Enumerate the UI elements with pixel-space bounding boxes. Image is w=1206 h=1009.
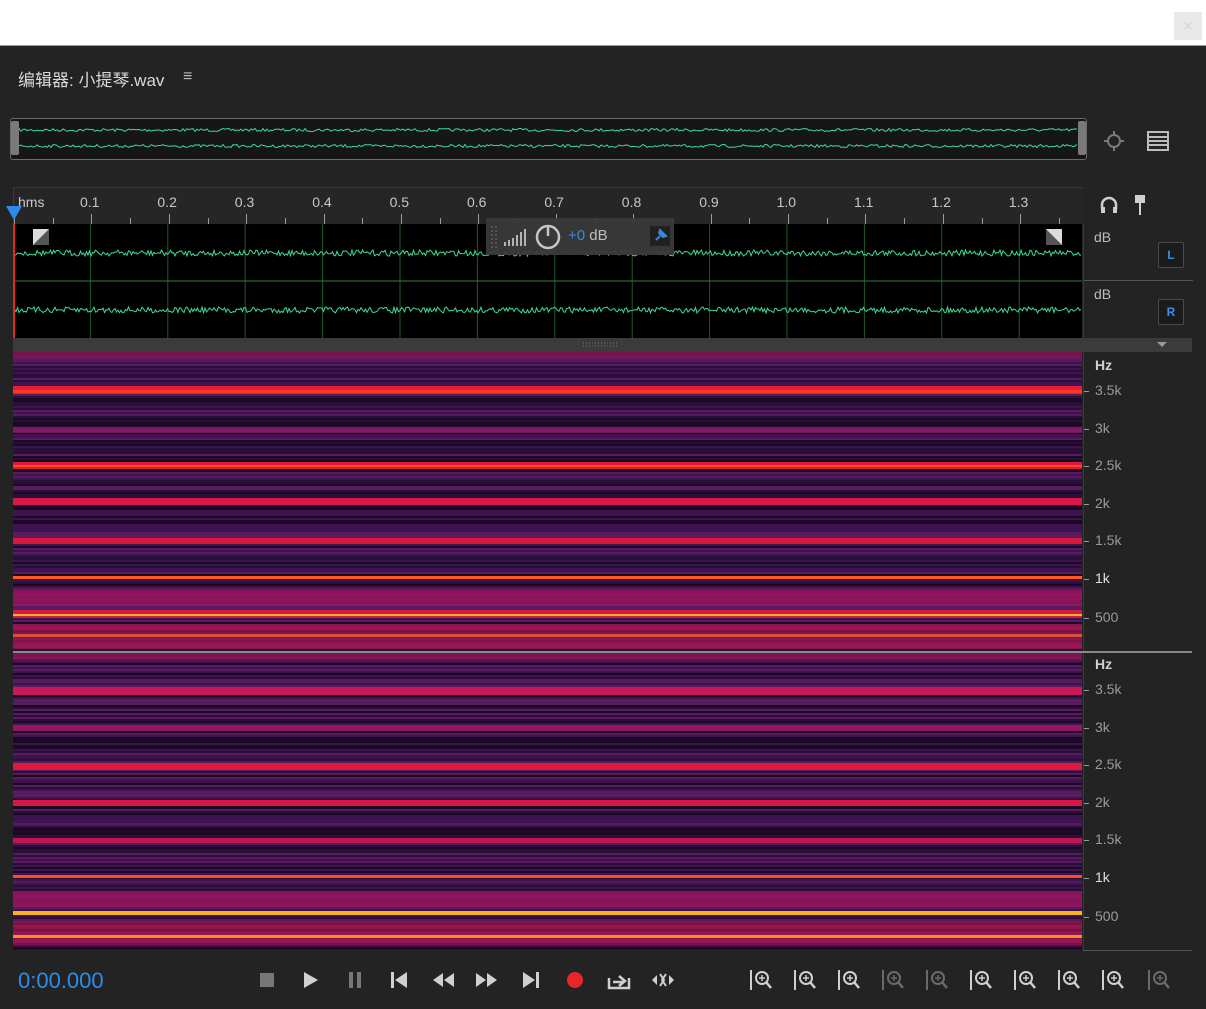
right-hz-label: 3.5k — [1095, 681, 1122, 697]
window-titlebar: × — [0, 0, 1206, 46]
record-icon[interactable] — [562, 968, 588, 992]
play-icon[interactable] — [298, 968, 324, 992]
zoom-in-amplitude-icon[interactable] — [748, 968, 774, 992]
frequency-scale-left: Hz 3.5k 3k 2.5k 2k 1.5k 1k 500 — [1083, 352, 1193, 651]
ruler-tick — [91, 214, 93, 224]
amplitude-scale: dB L dB R — [1083, 224, 1193, 338]
marker-pin-icon[interactable] — [1129, 192, 1151, 218]
ruler-tick — [478, 214, 480, 224]
ruler-tick — [865, 214, 867, 224]
left-db-label: dB — [1094, 229, 1112, 245]
ruler-tick — [710, 214, 712, 224]
left-hz-label: 1k — [1095, 570, 1110, 586]
ruler-tick-label: 1.1 — [854, 194, 874, 210]
ruler-tick-label: 1.0 — [776, 194, 797, 210]
overview-navigator[interactable] — [10, 118, 1087, 160]
view-divider[interactable] — [13, 338, 1192, 352]
left-hz-label: 2.5k — [1095, 457, 1122, 473]
zoom-selection-icon[interactable] — [1100, 127, 1128, 155]
zoom-in-time-icon[interactable] — [836, 968, 862, 992]
ruler-tick — [401, 214, 402, 224]
headphones-icon[interactable] — [1096, 192, 1122, 218]
ruler-tick — [1020, 214, 1022, 224]
pause-icon[interactable] — [342, 968, 368, 992]
ruler-tick-label: 0.6 — [467, 194, 487, 210]
zoom-out-time-icon[interactable] — [880, 968, 906, 992]
ruler-tick — [942, 214, 944, 224]
gain-knob-icon[interactable] — [534, 223, 562, 251]
zoom-in-start-icon[interactable] — [968, 968, 994, 992]
hz-unit-label: Hz — [1095, 656, 1113, 672]
ruler-tick-label: 0.5 — [389, 194, 410, 210]
zoom-in-spectral-icon[interactable] — [1146, 968, 1172, 992]
right-hz-label: 2.5k — [1095, 756, 1122, 772]
hz-unit-label: Hz — [1095, 357, 1113, 373]
left-hz-label: 2k — [1095, 495, 1110, 511]
skip-silence-icon[interactable] — [650, 968, 676, 992]
level-meter-icon — [504, 229, 526, 246]
go-to-end-icon[interactable] — [518, 968, 544, 992]
left-hz-label: 1.5k — [1095, 532, 1122, 548]
ruler-tick — [788, 214, 789, 224]
ruler-tick-label: 1.3 — [1008, 194, 1029, 210]
zoom-out-amplitude-icon[interactable] — [792, 968, 818, 992]
ruler-tick — [323, 214, 325, 224]
ruler-tick-label: 0.8 — [621, 194, 642, 210]
gain-hud[interactable]: +0 dB — [486, 218, 674, 255]
right-hz-label: 2k — [1095, 794, 1110, 810]
spectral-display-left — [13, 352, 1082, 652]
left-hz-label: 3k — [1095, 420, 1110, 436]
spectral-view-icon[interactable] — [1144, 127, 1172, 155]
left-hz-label: 3.5k — [1095, 382, 1122, 398]
overview-left-handle[interactable] — [11, 121, 19, 155]
playhead-marker[interactable] — [6, 206, 22, 220]
go-to-start-icon[interactable] — [386, 968, 412, 992]
zoom-selection-icon[interactable] — [1056, 968, 1082, 992]
loop-playback-icon[interactable] — [606, 968, 632, 992]
ruler-tick-label: 0.1 — [80, 194, 100, 210]
ruler-tick-label: 0.7 — [544, 194, 564, 210]
frequency-scale-right: Hz 3.5k 3k 2.5k 2k 1.5k 1k 500 — [1083, 653, 1193, 950]
rewind-icon[interactable] — [430, 968, 456, 992]
zoom-in-end-icon[interactable] — [1012, 968, 1038, 992]
ruler-tick-label: 1.2 — [931, 194, 951, 210]
gain-value: +0 dB — [568, 227, 608, 244]
fade-in-handle[interactable] — [33, 229, 49, 245]
panel-menu-button[interactable]: ≡ — [183, 68, 192, 86]
right-hz-label: 3k — [1095, 719, 1110, 735]
pin-icon[interactable] — [650, 226, 670, 246]
zoom-reset-icon[interactable] — [1100, 968, 1126, 992]
ruler-tick — [246, 214, 248, 224]
zoom-out-full-icon[interactable] — [924, 968, 950, 992]
ruler-tick-label: 0.2 — [157, 194, 177, 210]
left-hz-label: 500 — [1095, 609, 1119, 625]
right-channel-toggle[interactable]: R — [1158, 299, 1184, 325]
fast-forward-icon[interactable] — [474, 968, 500, 992]
right-hz-label: 500 — [1095, 908, 1119, 924]
ruler-tick-label: 0.4 — [312, 194, 332, 210]
spectral-display-right — [13, 653, 1082, 951]
overview-waveform — [19, 127, 1077, 149]
current-time-display[interactable]: 0:00.000 — [18, 968, 104, 994]
chevron-down-icon[interactable] — [1156, 341, 1168, 349]
ruler-tick-label: 0.9 — [699, 194, 719, 210]
right-db-label: dB — [1094, 286, 1112, 302]
panel-title: 编辑器: 小提琴.wav — [18, 71, 165, 90]
right-hz-label: 1k — [1095, 869, 1110, 885]
close-button[interactable]: × — [1174, 12, 1202, 40]
spectrogram-left[interactable] — [13, 352, 1082, 652]
ruler-tick-label: 0.3 — [234, 194, 255, 210]
fade-out-handle[interactable] — [1046, 229, 1062, 245]
stop-icon[interactable] — [254, 968, 280, 992]
right-hz-label: 1.5k — [1095, 831, 1122, 847]
spectrogram-right[interactable] — [13, 653, 1082, 951]
ruler-tick — [168, 214, 170, 224]
overview-right-handle[interactable] — [1078, 121, 1086, 155]
left-channel-toggle[interactable]: L — [1158, 242, 1184, 268]
